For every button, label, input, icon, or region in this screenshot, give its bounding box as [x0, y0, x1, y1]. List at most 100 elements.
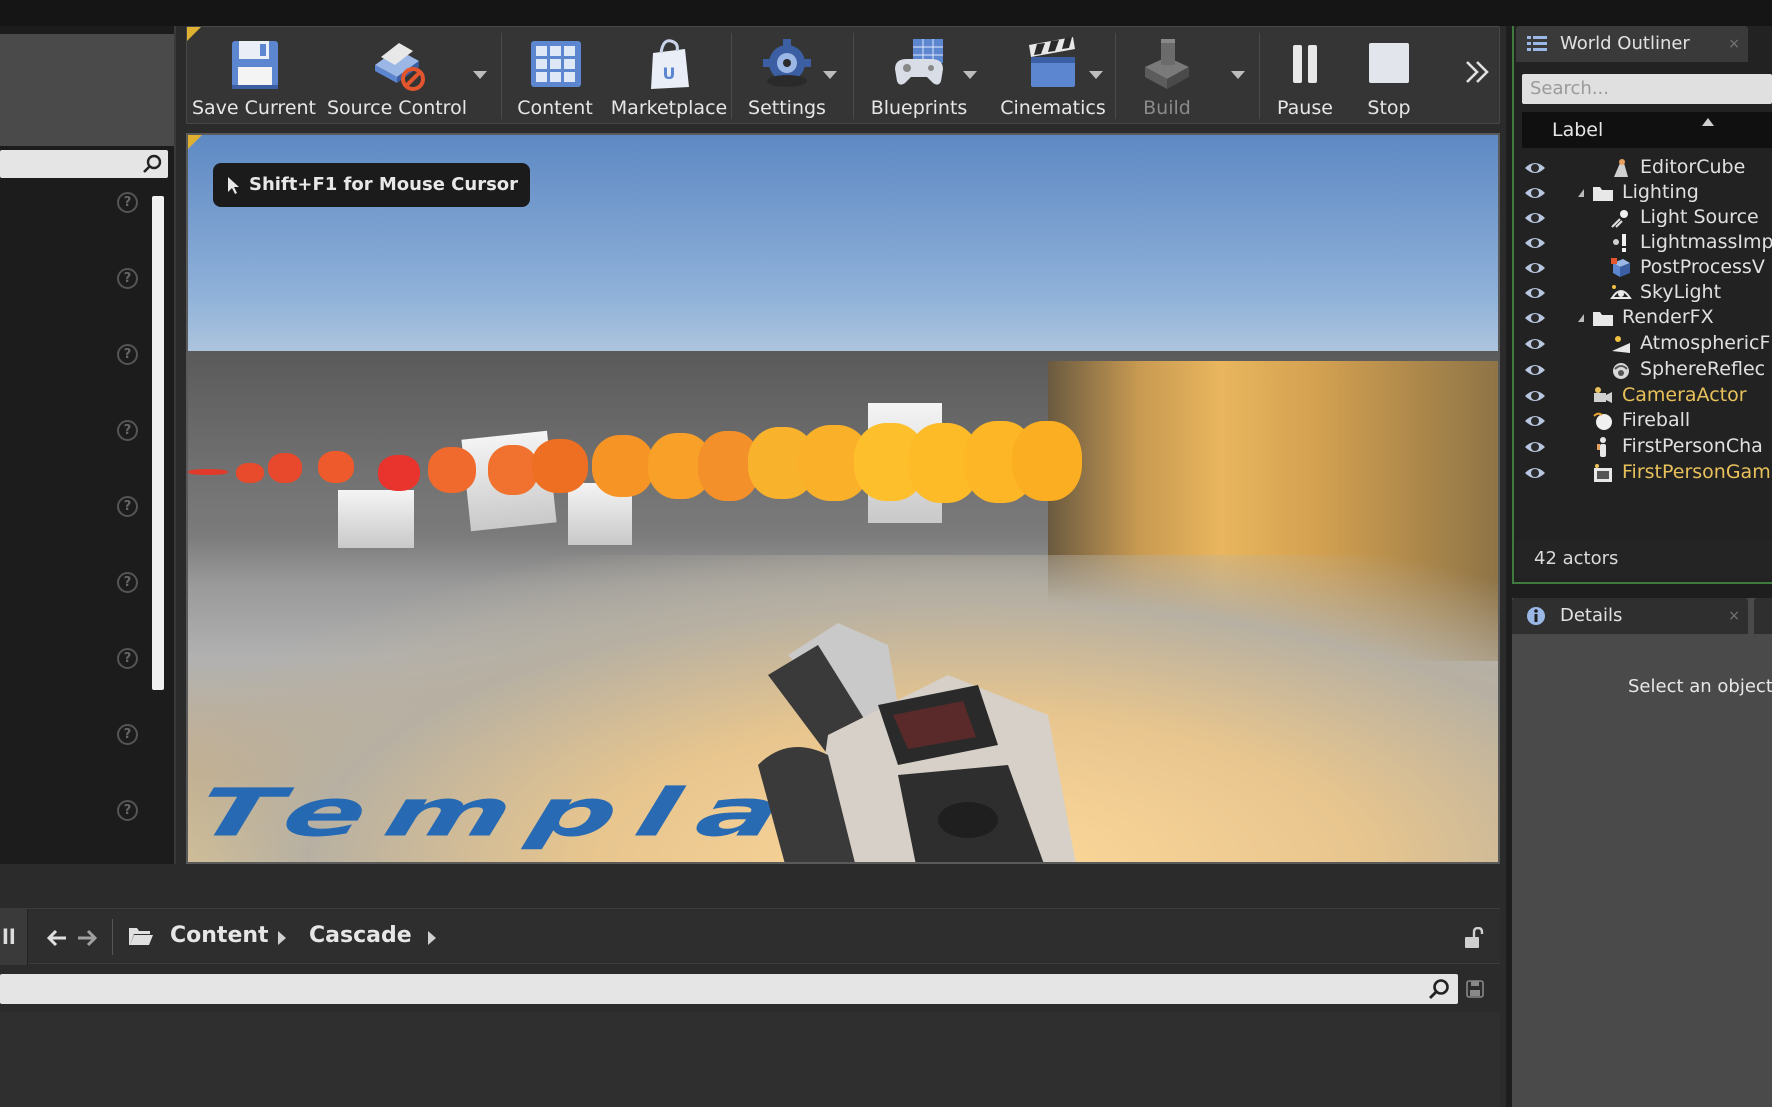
secondary-tab[interactable] [1754, 598, 1772, 634]
build-dropdown-icon[interactable] [1231, 71, 1245, 79]
source-control-dropdown-icon[interactable] [473, 71, 487, 79]
toolbar-overflow-icon[interactable] [1463, 57, 1493, 87]
blueprints-gamepad-icon [895, 39, 943, 85]
close-icon[interactable]: × [1728, 598, 1740, 634]
lightmass-importance-icon [1613, 234, 1626, 252]
outliner-label-column-header[interactable]: Label [1522, 112, 1772, 148]
visibility-eye-icon[interactable] [1524, 439, 1546, 455]
breadcrumb-content[interactable]: Content [170, 923, 269, 948]
breadcrumb-arrow-icon[interactable] [278, 931, 286, 945]
help-icon[interactable]: ? [117, 572, 138, 593]
outliner-search-input[interactable]: Search... [1522, 74, 1772, 104]
svg-text:U: U [663, 64, 676, 83]
toolbar-separator [501, 33, 502, 119]
breadcrumb-arrow-icon[interactable] [428, 931, 436, 945]
help-icon[interactable]: ? [117, 648, 138, 669]
help-icon[interactable]: ? [117, 724, 138, 745]
visibility-eye-icon[interactable] [1524, 362, 1546, 378]
help-icon[interactable]: ? [117, 344, 138, 365]
source-control-button[interactable]: Source Control [327, 27, 467, 123]
outliner-actor-count: 42 actors [1516, 540, 1772, 578]
close-icon[interactable]: × [1728, 26, 1740, 62]
visibility-eye-icon[interactable] [1524, 235, 1546, 251]
visibility-eye-icon[interactable] [1524, 336, 1546, 352]
source-control-label: Source Control [327, 97, 467, 119]
toolbar-separator [731, 33, 732, 119]
clapperboard-icon [1029, 37, 1075, 87]
outliner-row[interactable]: AtmosphericF [1516, 330, 1772, 359]
visibility-eye-icon[interactable] [1524, 465, 1546, 481]
settings-dropdown-icon[interactable] [823, 71, 837, 79]
pause-button[interactable]: Pause [1265, 27, 1345, 123]
help-icon[interactable]: ? [117, 420, 138, 441]
save-search-icon[interactable] [1466, 980, 1484, 998]
collapse-arrow-icon[interactable] [1578, 189, 1584, 197]
outliner-row[interactable]: RenderFX [1516, 304, 1772, 333]
info-icon [1527, 607, 1545, 625]
build-button[interactable]: Build [1117, 27, 1217, 123]
content-browser-filter-button[interactable]: ll [0, 909, 28, 965]
level-editor-toolbar: Save Current Source Control Content U Ma… [186, 26, 1500, 124]
skylight-icon [1610, 285, 1632, 299]
outliner-row-label: Light Source [1640, 206, 1759, 228]
stop-button[interactable]: Stop [1349, 27, 1429, 123]
outliner-row-label: SphereReflec [1640, 358, 1766, 380]
unlock-icon[interactable] [1462, 927, 1484, 949]
cinematics-dropdown-icon[interactable] [1089, 71, 1103, 79]
help-icon[interactable]: ? [117, 496, 138, 517]
forward-arrow-icon[interactable] [76, 927, 98, 949]
visibility-eye-icon[interactable] [1524, 160, 1546, 176]
visibility-eye-icon[interactable] [1524, 388, 1546, 404]
build-blocks-icon [1145, 39, 1189, 89]
content-browser-navbar: ll Content Cascade [0, 908, 1500, 965]
outliner-row-label: CameraActor [1622, 384, 1747, 406]
breadcrumb-cascade[interactable]: Cascade [309, 923, 412, 948]
source-control-icon [375, 43, 425, 91]
left-search-input[interactable] [0, 150, 168, 178]
collapse-arrow-icon[interactable] [1578, 314, 1584, 322]
visibility-eye-icon[interactable] [1524, 310, 1546, 326]
visibility-eye-icon[interactable] [1524, 260, 1546, 276]
settings-gear-icon [763, 39, 811, 87]
fireball-particle [318, 451, 354, 483]
folder-open-icon[interactable] [128, 925, 154, 947]
blueprints-dropdown-icon[interactable] [963, 71, 977, 79]
pause-label: Pause [1277, 97, 1333, 119]
marketplace-button[interactable]: U Marketplace [609, 27, 729, 123]
help-icon[interactable]: ? [117, 800, 138, 821]
back-arrow-icon[interactable] [46, 927, 68, 949]
outliner-row-label: SkyLight [1640, 281, 1722, 303]
help-icon[interactable]: ? [117, 192, 138, 213]
details-tab-label: Details [1560, 605, 1623, 626]
save-current-button[interactable]: Save Current [189, 27, 319, 123]
outliner-row[interactable]: Fireball [1516, 407, 1772, 436]
pause-icon [1293, 45, 1317, 83]
post-process-volume-icon [1611, 258, 1630, 277]
world-outliner-tab[interactable]: World Outliner × [1516, 26, 1748, 62]
visibility-eye-icon[interactable] [1524, 210, 1546, 226]
mouse-cursor-hint-text: Shift+F1 for Mouse Cursor [249, 174, 519, 195]
outliner-row[interactable]: FirstPersonGam [1516, 459, 1772, 488]
atmospheric-fog-icon [1612, 336, 1630, 353]
content-button[interactable]: Content [505, 27, 605, 123]
outliner-row[interactable]: FirstPersonCha [1516, 433, 1772, 462]
help-icon[interactable]: ? [117, 268, 138, 289]
camera-actor-icon [1594, 387, 1612, 403]
outliner-row[interactable]: SphereReflec [1516, 356, 1772, 385]
left-scrollbar[interactable] [152, 196, 164, 690]
fireball-particle [592, 435, 654, 497]
visibility-eye-icon[interactable] [1524, 413, 1546, 429]
level-viewport[interactable]: Template Shift+F1 for Mouse Cursor [186, 133, 1500, 864]
save-current-label: Save Current [191, 97, 317, 119]
static-mesh-icon [1614, 159, 1628, 177]
details-tab[interactable]: Details × [1512, 598, 1748, 634]
game-mode-icon [1594, 464, 1612, 482]
viewport-cube [338, 490, 414, 548]
fireball-icon [1593, 412, 1612, 430]
visibility-eye-icon[interactable] [1524, 185, 1546, 201]
content-browser-search-input[interactable] [0, 974, 1458, 1004]
blueprints-label: Blueprints [870, 97, 968, 119]
content-grid-icon [531, 41, 581, 87]
outliner-row-label: FirstPersonGam [1622, 461, 1771, 483]
visibility-eye-icon[interactable] [1524, 285, 1546, 301]
